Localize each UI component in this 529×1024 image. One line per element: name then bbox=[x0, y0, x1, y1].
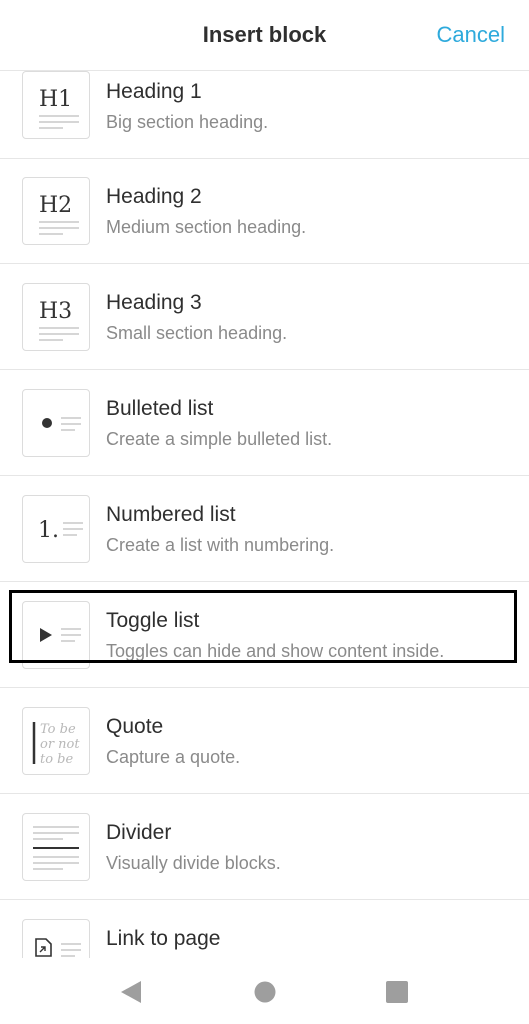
block-description: Big section heading. bbox=[106, 112, 269, 132]
block-item-bulleted-list[interactable]: Bulleted list Create a simple bulleted l… bbox=[0, 371, 529, 476]
quote-icon: To be or not to be bbox=[22, 707, 90, 775]
block-item-heading-3[interactable]: H3 Heading 3 Small section heading. bbox=[0, 265, 529, 370]
heading-2-glyph: H2 bbox=[39, 193, 72, 218]
block-title: Toggle list bbox=[106, 609, 200, 632]
block-title: Bulleted list bbox=[106, 397, 214, 420]
heading-2-icon: H2 bbox=[22, 177, 90, 245]
system-navigation-bar bbox=[0, 958, 529, 1024]
block-title: Heading 3 bbox=[106, 291, 202, 314]
block-title: Quote bbox=[106, 715, 164, 738]
block-description: Small section heading. bbox=[106, 323, 288, 343]
block-item-divider[interactable]: Divider Visually divide blocks. bbox=[0, 795, 529, 900]
block-item-heading-1[interactable]: H1 Heading 1 Big section heading. bbox=[0, 71, 529, 159]
block-description: Medium section heading. bbox=[106, 217, 307, 237]
quote-line: to be bbox=[40, 752, 74, 767]
toggle-list-icon bbox=[22, 601, 90, 669]
block-description: Capture a quote. bbox=[106, 747, 241, 767]
block-title: Heading 2 bbox=[106, 185, 202, 208]
quote-line: or not bbox=[40, 737, 80, 752]
heading-1-icon: H1 bbox=[22, 71, 90, 139]
block-item-link-to-page[interactable]: Link to page bbox=[0, 901, 529, 958]
block-description: Toggles can hide and show content inside… bbox=[106, 641, 445, 661]
block-description: Visually divide blocks. bbox=[106, 853, 281, 873]
block-title: Link to page bbox=[106, 927, 221, 950]
cancel-button[interactable]: Cancel bbox=[437, 22, 505, 48]
heading-1-glyph: H1 bbox=[39, 87, 72, 112]
header: Insert block Cancel bbox=[0, 0, 529, 71]
heading-3-glyph: H3 bbox=[39, 299, 72, 324]
quote-line: To be bbox=[40, 722, 76, 737]
block-title: Divider bbox=[106, 821, 172, 844]
block-description: Create a list with numbering. bbox=[106, 535, 335, 555]
divider-icon bbox=[22, 813, 90, 881]
block-item-numbered-list[interactable]: 1. Numbered list Create a list with numb… bbox=[0, 477, 529, 582]
numbered-list-icon: 1. bbox=[22, 495, 90, 563]
insert-block-screen: Insert block Cancel H1 Heading 1 Big sec… bbox=[0, 0, 529, 1024]
heading-3-icon: H3 bbox=[22, 283, 90, 351]
block-description: Create a simple bulleted list. bbox=[106, 429, 333, 449]
bulleted-list-icon bbox=[22, 389, 90, 457]
block-list[interactable]: H1 Heading 1 Big section heading. H2 Hea… bbox=[0, 71, 529, 958]
block-item-toggle-list[interactable]: Toggle list Toggles can hide and show co… bbox=[0, 583, 529, 688]
back-icon[interactable] bbox=[117, 978, 145, 1006]
numbered-list-glyph: 1. bbox=[38, 518, 59, 543]
block-item-heading-2[interactable]: H2 Heading 2 Medium section heading. bbox=[0, 159, 529, 264]
block-item-quote[interactable]: To be or not to be Quote Capture a quote… bbox=[0, 689, 529, 794]
block-title: Heading 1 bbox=[106, 80, 202, 103]
home-icon[interactable] bbox=[251, 978, 279, 1006]
recents-icon[interactable] bbox=[383, 978, 411, 1006]
link-to-page-icon bbox=[22, 919, 90, 958]
block-title: Numbered list bbox=[106, 503, 236, 526]
